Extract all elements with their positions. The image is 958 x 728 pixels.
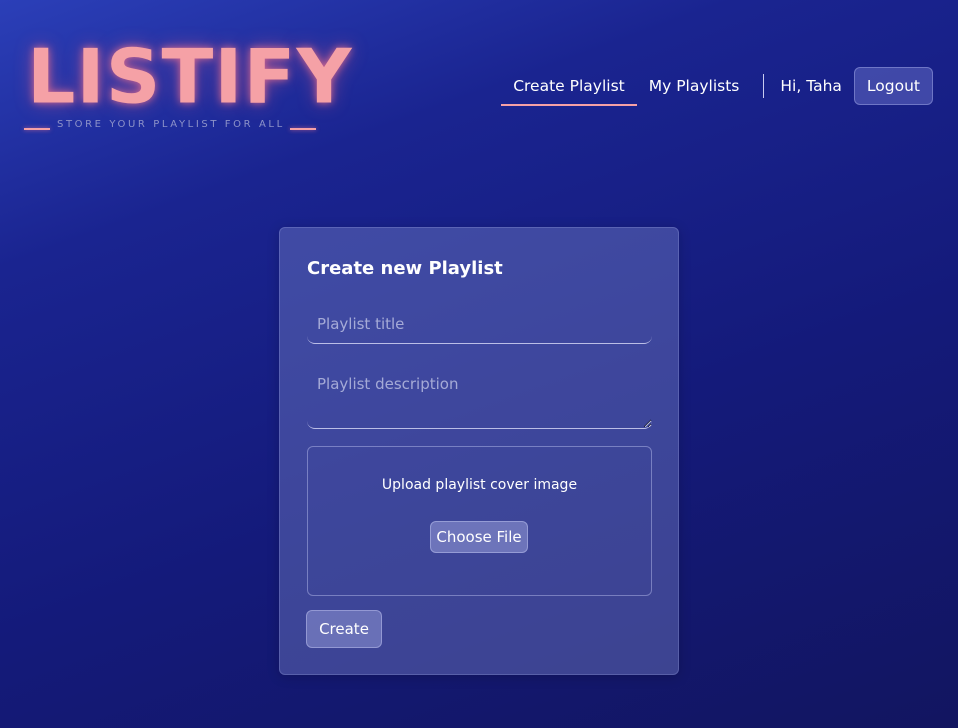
logout-button[interactable]: Logout [853,67,933,105]
brand-tagline: STORE YOUR PLAYLIST FOR ALL [57,119,285,130]
top-nav: Create Playlist My Playlists Hi, Taha Lo… [501,66,933,106]
nav-create-playlist[interactable]: Create Playlist [501,66,637,106]
nav-divider [763,74,765,98]
logo-divider-left [24,128,50,130]
form-title: Create new Playlist [307,258,503,279]
logo-divider-right [290,128,316,130]
brand-logo: LISTIFY STORE YOUR PLAYLIST FOR ALL [22,36,352,136]
cover-upload-dropzone[interactable]: Upload playlist cover image Choose File [307,446,652,596]
playlist-title-input[interactable] [307,304,652,344]
create-button[interactable]: Create [306,610,382,648]
nav-my-playlists[interactable]: My Playlists [637,66,752,106]
playlist-description-input[interactable] [307,363,652,429]
brand-name: LISTIFY [27,32,353,121]
user-greeting: Hi, Taha [780,77,842,95]
choose-file-button[interactable]: Choose File [430,521,528,553]
upload-label: Upload playlist cover image [381,477,578,493]
create-playlist-card: Create new Playlist Upload playlist cove… [279,227,679,675]
